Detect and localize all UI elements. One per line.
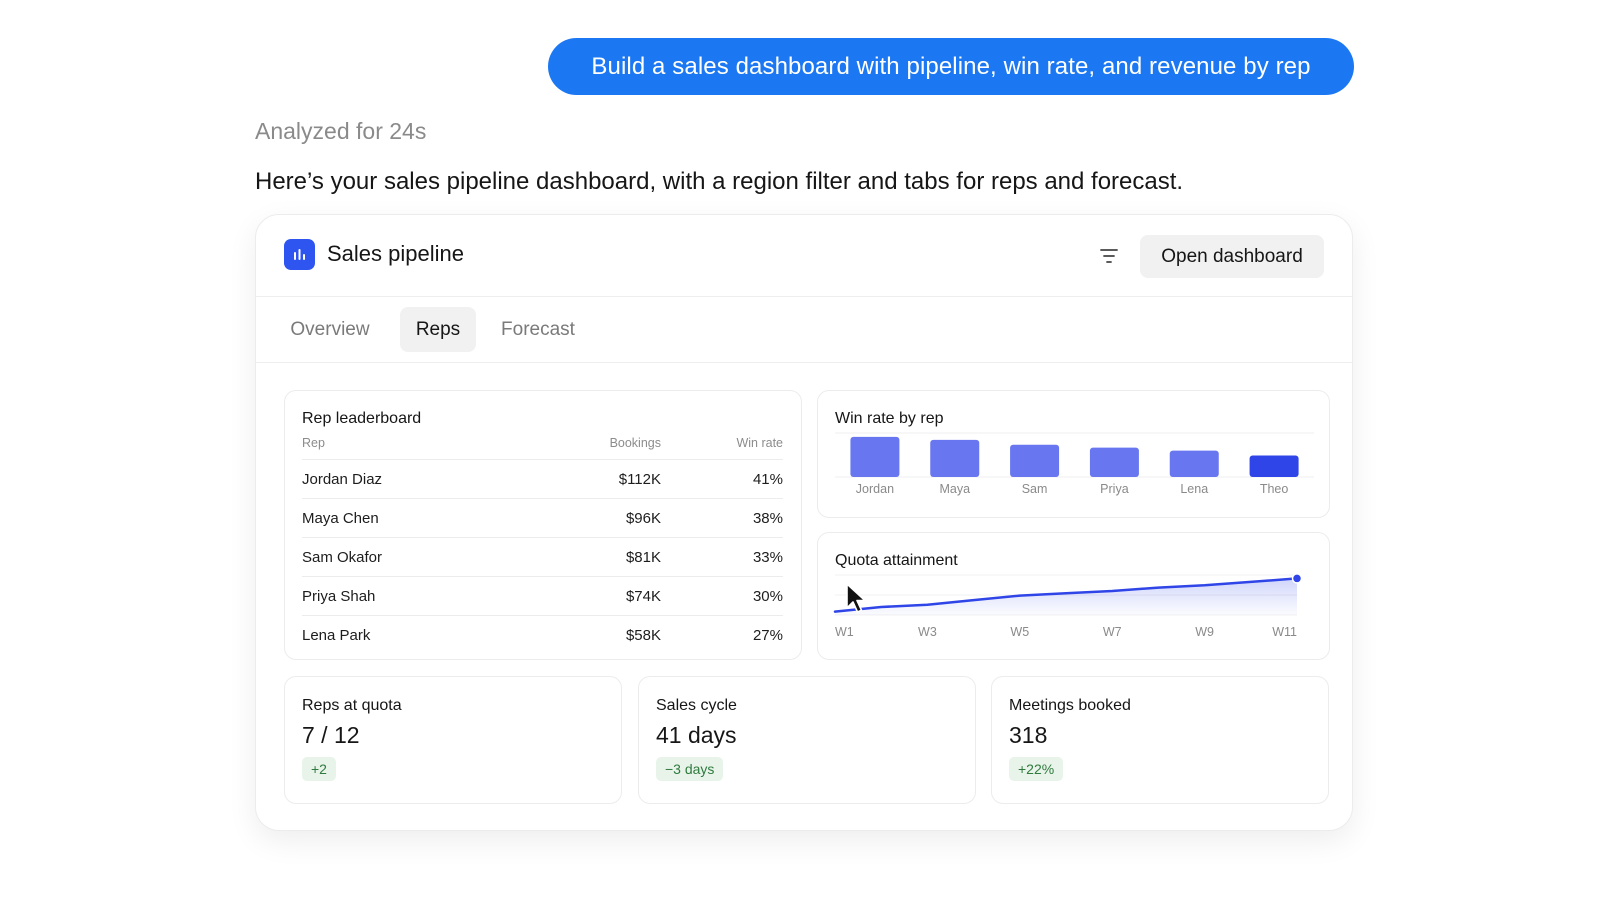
stat-delta-badge: −3 days: [656, 757, 724, 781]
open-dashboard-button[interactable]: Open dashboard: [1140, 235, 1324, 278]
stat-value: 7 / 12: [302, 722, 360, 748]
data-point: [1291, 573, 1303, 584]
bar: [1010, 444, 1060, 477]
rep-win-rate: 33%: [752, 549, 783, 566]
stat-label: Meetings booked: [1009, 697, 1131, 714]
bar: [1249, 455, 1299, 477]
table-row[interactable]: Priya Shah $74K 30%: [302, 576, 783, 615]
stat-value: 41 days: [656, 722, 737, 748]
bar: [1169, 450, 1219, 477]
x-tick-label: Maya: [939, 482, 970, 496]
column-header-bookings: Bookings: [609, 436, 661, 450]
rep-name: Priya Shah: [302, 588, 376, 605]
bar: [1089, 447, 1139, 477]
rep-bookings: $81K: [625, 549, 661, 566]
bar: [850, 436, 900, 477]
x-tick-label: W11: [1272, 625, 1297, 639]
x-tick-label: W5: [1010, 625, 1029, 639]
tab-forecast[interactable]: Forecast: [488, 307, 588, 352]
win-rate-title: Win rate by rep: [835, 410, 944, 427]
column-header-win-rate: Win rate: [736, 436, 783, 450]
rep-name: Jordan Diaz: [302, 471, 383, 488]
x-tick-label: Sam: [1022, 482, 1048, 496]
stat-label: Sales cycle: [656, 697, 737, 714]
tab-reps[interactable]: Reps: [400, 307, 476, 352]
rep-name: Sam Okafor: [302, 549, 383, 566]
assistant-reply: Here’s your sales pipeline dashboard, wi…: [255, 168, 1184, 195]
filter-icon[interactable]: [1098, 246, 1120, 266]
rep-bookings: $112K: [618, 471, 661, 488]
table-row[interactable]: Maya Chen $96K 38%: [302, 498, 783, 537]
stat-delta-badge: +22%: [1009, 757, 1064, 781]
tab-overview[interactable]: Overview: [282, 307, 378, 352]
rep-leaderboard-panel: Rep leaderboard Rep Bookings Win rate Jo…: [284, 390, 802, 660]
rep-name: Maya Chen: [302, 510, 379, 527]
rep-win-rate: 38%: [752, 510, 783, 527]
rep-win-rate: 41%: [752, 471, 783, 488]
stat-card-sales-cycle: Sales cycle 41 days −3 days: [638, 676, 976, 804]
user-message-bubble: Build a sales dashboard with pipeline, w…: [548, 38, 1354, 95]
table-row[interactable]: Sam Okafor $81K 33%: [302, 537, 783, 576]
dashboard-card: Sales pipeline Open dashboard Overview R…: [255, 214, 1353, 831]
stat-card-reps-at-quota: Reps at quota 7 / 12 +2: [284, 676, 622, 804]
x-tick-label: Lena: [1180, 482, 1208, 496]
quota-attainment-panel: W1 W3 W5 W7 W9 W11 Quota attainment: [817, 532, 1330, 660]
x-tick-label: Jordan: [856, 482, 894, 496]
leaderboard-title: Rep leaderboard: [302, 410, 422, 427]
x-tick-label: W1: [835, 625, 854, 639]
rep-bookings: $74K: [625, 588, 661, 605]
stat-value: 318: [1009, 722, 1048, 748]
stat-card-meetings-booked: Meetings booked 318 +22%: [991, 676, 1329, 804]
x-tick-label: Priya: [1100, 482, 1129, 496]
rep-bookings: $58K: [625, 627, 661, 644]
quota-attainment-title: Quota attainment: [835, 552, 958, 569]
win-rate-panel: Jordan Maya Sam Priya Lena Theo Win rate by r…: [817, 390, 1330, 518]
table-row[interactable]: Lena Park $58K 27%: [302, 615, 783, 654]
dashboard-header: Sales pipeline Open dashboard: [256, 215, 1352, 297]
x-tick-label: W7: [1103, 625, 1122, 639]
x-tick-label: W9: [1195, 625, 1214, 639]
dashboard-title: Sales pipeline: [327, 241, 464, 266]
rep-name: Lena Park: [302, 627, 371, 644]
rep-win-rate: 27%: [752, 627, 783, 644]
mouse-pointer-icon: [845, 582, 869, 621]
bar: [930, 439, 980, 477]
x-tick-label: W3: [918, 625, 937, 639]
bar-chart-icon: [284, 239, 315, 270]
table-row[interactable]: Jordan Diaz $112K 41%: [302, 459, 783, 498]
stat-delta-badge: +2: [302, 757, 336, 781]
tab-bar: Overview Reps Forecast: [256, 297, 1352, 363]
stat-label: Reps at quota: [302, 697, 402, 714]
x-tick-label: Theo: [1260, 482, 1289, 496]
analyzed-label: Analyzed for 24s: [255, 118, 427, 144]
column-header-rep: Rep: [302, 436, 325, 450]
rep-bookings: $96K: [625, 510, 661, 527]
rep-win-rate: 30%: [752, 588, 783, 605]
